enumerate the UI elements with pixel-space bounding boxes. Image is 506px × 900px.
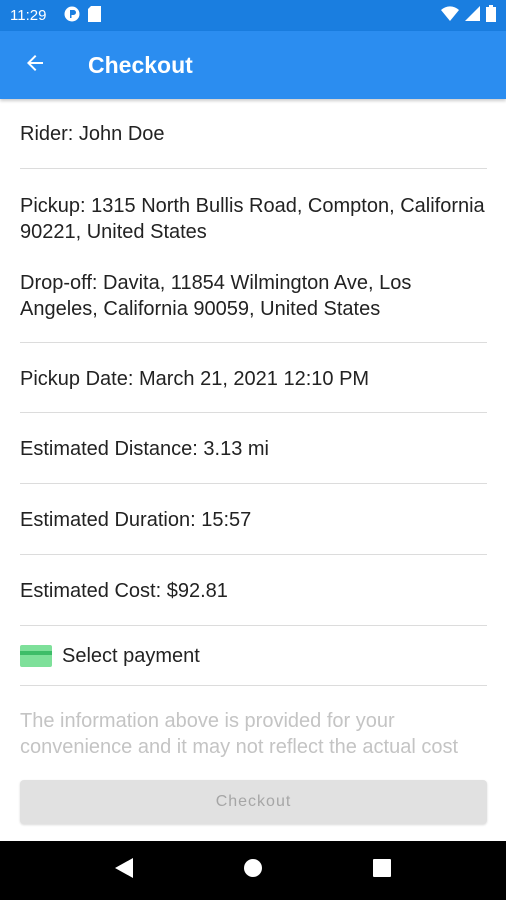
- credit-card-icon: [20, 645, 52, 667]
- home-circle-icon: [243, 858, 263, 883]
- back-triangle-icon: [115, 858, 134, 883]
- rider-text: Rider: John Doe: [20, 123, 165, 145]
- battery-icon: [486, 5, 496, 26]
- dropoff-text: Drop-off: Davita, 11854 Wilmington Ave, …: [20, 272, 412, 320]
- page-title: Checkout: [88, 51, 193, 78]
- divider: [20, 412, 487, 413]
- nav-back-button[interactable]: [104, 851, 144, 891]
- divider: [20, 685, 487, 686]
- recents-square-icon: [372, 859, 391, 882]
- disclaimer-text: The information above is provided for yo…: [20, 710, 459, 758]
- estimated-distance-text: Estimated Distance: 3.13 mi: [20, 438, 269, 460]
- checkout-button[interactable]: Checkout: [20, 780, 487, 824]
- divider: [20, 483, 487, 484]
- arrow-left-icon: [23, 51, 47, 80]
- divider: [20, 554, 487, 555]
- divider: [20, 168, 487, 169]
- estimated-cost-text: Estimated Cost: $92.81: [20, 580, 228, 602]
- checkout-details[interactable]: Rider: John Doe Pickup: 1315 North Bulli…: [0, 99, 506, 841]
- wifi-icon: [441, 6, 459, 25]
- pickup-date-text: Pickup Date: March 21, 2021 12:10 PM: [20, 368, 370, 390]
- app-bar: Checkout: [0, 31, 506, 99]
- system-nav-bar: [0, 841, 506, 900]
- select-payment-button[interactable]: Select payment: [0, 626, 506, 686]
- status-time: 11:29: [10, 7, 47, 24]
- status-bar: 11:29: [0, 0, 506, 31]
- nav-home-button[interactable]: [233, 851, 273, 891]
- status-left: 11:29: [10, 5, 102, 26]
- sd-card-icon: [88, 5, 102, 26]
- app-notification-icon: [64, 6, 80, 26]
- status-right: [441, 5, 496, 26]
- nav-recents-button[interactable]: [362, 851, 402, 891]
- pickup-text: Pickup: 1315 North Bullis Road, Compton,…: [20, 195, 485, 243]
- cell-signal-icon: [465, 6, 480, 25]
- divider: [20, 342, 487, 343]
- select-payment-label: Select payment: [62, 644, 200, 667]
- back-button[interactable]: [0, 31, 70, 99]
- estimated-duration-text: Estimated Duration: 15:57: [20, 509, 252, 531]
